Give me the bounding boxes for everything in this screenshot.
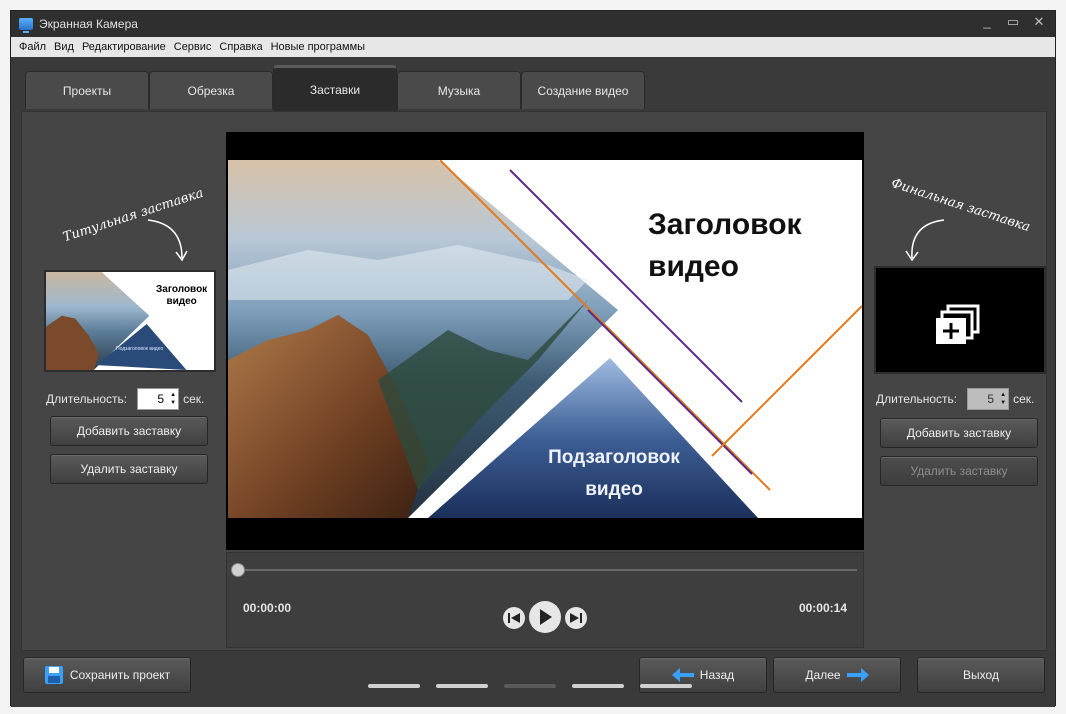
intro-add-button[interactable]: Добавить заставку (50, 416, 208, 446)
tab-music[interactable]: Музыка (397, 71, 521, 109)
outro-thumbnail[interactable] (874, 266, 1046, 374)
preview-subtitle-line2: видео (585, 479, 643, 500)
preview-subtitle-line1: Подзаголовок (548, 447, 680, 468)
maximize-icon[interactable]: ▭ (1005, 14, 1021, 30)
preview-title: Заголовок видео (648, 204, 802, 288)
intro-duration-value: 5 (157, 392, 165, 406)
menu-bar: Файл Вид Редактирование Сервис Справка Н… (11, 37, 1055, 57)
next-button[interactable]: Далее (773, 657, 901, 693)
window-controls: _ ▭ ✕ (979, 14, 1047, 30)
intro-duration-unit: сек. (183, 392, 205, 406)
fast-forward-icon (570, 613, 582, 623)
intro-thumbnail-title: Заголовок видео (156, 284, 208, 307)
app-window: Экранная Камера _ ▭ ✕ Файл Вид Редактиро… (10, 10, 1056, 707)
menu-help[interactable]: Справка (215, 41, 266, 53)
footer-bar: Сохранить проект Назад Далее Выход (11, 651, 1055, 707)
intro-duration-label: Длительность: (46, 392, 128, 406)
menu-view[interactable]: Вид (50, 41, 78, 53)
outro-duration-unit: сек. (1013, 392, 1035, 406)
intro-thumbnail-subtitle: Подзаголовок видео (116, 346, 164, 352)
close-icon[interactable]: ✕ (1031, 14, 1047, 30)
carousel-dot[interactable] (368, 684, 420, 688)
menu-new-programs[interactable]: Новые программы (267, 41, 369, 53)
save-disk-icon (44, 666, 63, 684)
play-icon (540, 609, 552, 625)
play-button[interactable] (529, 601, 561, 633)
tab-strip: Проекты Обрезка Заставки Музыка Создание… (11, 57, 1055, 111)
app-monitor-icon (19, 18, 33, 33)
outro-remove-button[interactable]: Удалить заставку (880, 456, 1038, 486)
workspace: Титульная заставка Заголовок видео Подза… (21, 111, 1047, 651)
outro-duration-row: Длительность: 5 ▲ ▼ сек. (876, 388, 1034, 410)
intro-thumbnail[interactable]: Заголовок видео Подзаголовок видео (44, 270, 216, 372)
title-bar: Экранная Камера _ ▭ ✕ (11, 11, 1055, 37)
window-title: Экранная Камера (39, 17, 138, 31)
next-label: Далее (805, 668, 841, 682)
outro-add-button[interactable]: Добавить заставку (880, 418, 1038, 448)
carousel-dot[interactable] (572, 684, 624, 688)
curved-arrow-icon (147, 219, 188, 262)
preview-title-line2: видео (648, 250, 739, 283)
tab-projects[interactable]: Проекты (25, 71, 149, 109)
preview-title-line1: Заголовок (648, 208, 802, 241)
stepper-arrows-icon[interactable]: ▲ ▼ (1000, 391, 1006, 407)
tab-intros[interactable]: Заставки (273, 65, 397, 111)
carousel-dot-active[interactable] (504, 684, 556, 688)
menu-file[interactable]: Файл (15, 41, 50, 53)
menu-service[interactable]: Сервис (170, 41, 216, 53)
save-project-label: Сохранить проект (69, 668, 171, 682)
minimize-icon[interactable]: _ (979, 14, 995, 30)
preview-stage: Заголовок видео Подзаголовок видео (228, 160, 862, 518)
intro-duration-row: Длительность: 5 ▲ ▼ сек. (46, 388, 204, 410)
carousel-dot[interactable] (436, 684, 488, 688)
arrow-right-icon (846, 668, 869, 682)
outro-duration-stepper[interactable]: 5 ▲ ▼ (967, 388, 1010, 410)
carousel-dot[interactable] (640, 684, 692, 688)
exit-button[interactable]: Выход (917, 657, 1045, 693)
carousel-indicator (368, 684, 692, 688)
rewind-icon (508, 613, 520, 623)
player-controls: 00:00:00 00:00:14 (226, 552, 864, 648)
stepper-arrows-icon[interactable]: ▲ ▼ (170, 391, 176, 407)
preview-subtitle: Подзаголовок видео (524, 442, 704, 506)
menu-edit[interactable]: Редактирование (78, 41, 170, 53)
current-time: 00:00:00 (243, 601, 292, 615)
outro-duration-label: Длительность: (876, 392, 958, 406)
intro-remove-button[interactable]: Удалить заставку (50, 454, 208, 484)
timeline-track[interactable] (237, 569, 857, 571)
tab-trim[interactable]: Обрезка (149, 71, 273, 109)
video-preview: Заголовок видео Подзаголовок видео (226, 132, 864, 550)
tab-create-video[interactable]: Создание видео (521, 71, 645, 109)
back-label: Назад (699, 668, 735, 682)
add-intro-icon (936, 304, 980, 344)
arrow-left-icon (671, 668, 694, 682)
fast-forward-button[interactable] (565, 607, 587, 629)
curved-arrow-icon (905, 219, 945, 262)
outro-duration-value: 5 (987, 392, 995, 406)
rewind-button[interactable] (503, 607, 525, 629)
intro-duration-stepper[interactable]: 5 ▲ ▼ (137, 388, 180, 410)
save-project-button[interactable]: Сохранить проект (23, 657, 191, 693)
total-time: 00:00:14 (798, 601, 847, 615)
timeline-knob[interactable] (231, 563, 245, 577)
